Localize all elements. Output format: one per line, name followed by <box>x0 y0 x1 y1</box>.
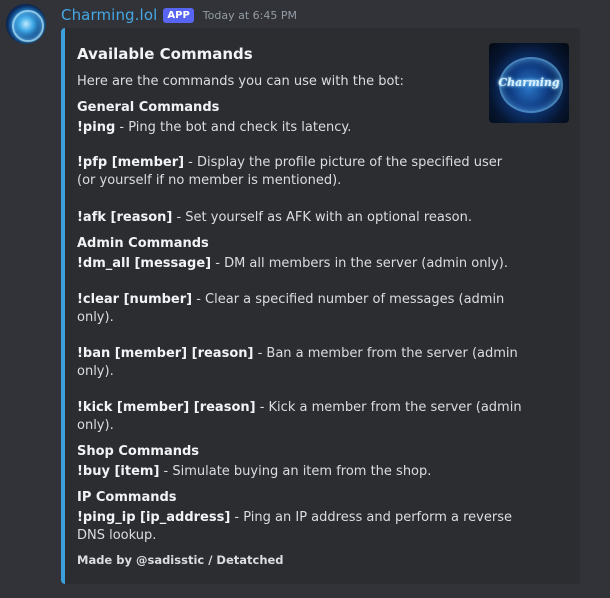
command-ping: !ping - Ping the bot and check its laten… <box>77 119 351 137</box>
embed-title: Available Commands <box>77 45 253 63</box>
command-name: !ban [member] [reason] <box>77 346 254 361</box>
command-clear: !clear [number] - Clear a specified numb… <box>77 291 504 309</box>
command-name: !kick [member] [reason] <box>77 400 256 415</box>
message-header: Charming.lol APP Today at 6:45 PM <box>61 5 297 25</box>
command-ping-ip-continued: DNS lookup. <box>77 527 156 545</box>
app-badge: APP <box>163 7 194 23</box>
command-dm-all: !dm_all [message] - DM all members in th… <box>77 255 508 273</box>
commands-embed: Charming Available Commands Here are the… <box>61 28 580 584</box>
command-name: !dm_all [message] <box>77 256 212 271</box>
bot-avatar[interactable] <box>6 4 46 44</box>
command-name: !pfp [member] <box>77 155 185 170</box>
command-afk: !afk [reason] - Set yourself as AFK with… <box>77 209 472 227</box>
command-name: !ping <box>77 120 116 135</box>
command-kick: !kick [member] [reason] - Kick a member … <box>77 399 522 417</box>
embed-footer: Made by @sadisstic / Detatched <box>77 553 284 567</box>
command-description: only). <box>77 310 114 325</box>
command-name: !ping_ip [ip_address] <box>77 510 231 525</box>
command-description: - Ping the bot and check its latency. <box>115 120 352 135</box>
command-name: !afk [reason] <box>77 210 173 225</box>
command-pfp: !pfp [member] - Display the profile pict… <box>77 154 502 172</box>
section-ip-commands: IP Commands <box>77 490 177 505</box>
command-description: - Display the profile picture of the spe… <box>184 155 503 170</box>
command-description: only). <box>77 364 114 379</box>
command-description: - Ban a member from the server (admin <box>253 346 518 361</box>
command-description: - Ping an IP address and perform a rever… <box>230 510 512 525</box>
command-name: !buy [item] <box>77 464 160 479</box>
command-ban-continued: only). <box>77 363 114 381</box>
command-pfp-continued: (or yourself if no member is mentioned). <box>77 172 341 190</box>
command-description: - Set yourself as AFK with an optional r… <box>172 210 472 225</box>
thumbnail-logo-text: Charming <box>498 76 560 89</box>
avatar-swirl-decoration <box>12 10 44 42</box>
command-name: !clear [number] <box>77 292 193 307</box>
command-description: - DM all members in the server (admin on… <box>211 256 508 271</box>
section-shop-commands: Shop Commands <box>77 444 200 459</box>
command-kick-continued: only). <box>77 417 114 435</box>
message-timestamp[interactable]: Today at 6:45 PM <box>203 9 297 22</box>
section-admin-commands: Admin Commands <box>77 236 209 251</box>
command-description: - Kick a member from the server (admin <box>255 400 522 415</box>
command-description: only). <box>77 418 114 433</box>
command-clear-continued: only). <box>77 309 114 327</box>
author-username[interactable]: Charming.lol <box>61 6 157 24</box>
command-ban: !ban [member] [reason] - Ban a member fr… <box>77 345 518 363</box>
embed-thumbnail[interactable]: Charming <box>489 43 569 123</box>
section-general-commands: General Commands <box>77 100 220 115</box>
command-ping-ip: !ping_ip [ip_address] - Ping an IP addre… <box>77 509 512 527</box>
command-description: - Simulate buying an item from the shop. <box>159 464 432 479</box>
command-description: (or yourself if no member is mentioned). <box>77 173 342 188</box>
embed-description: Here are the commands you can use with t… <box>77 74 404 89</box>
command-buy: !buy [item] - Simulate buying an item fr… <box>77 463 431 481</box>
command-description: DNS lookup. <box>77 528 157 543</box>
command-description: - Clear a specified number of messages (… <box>192 292 505 307</box>
